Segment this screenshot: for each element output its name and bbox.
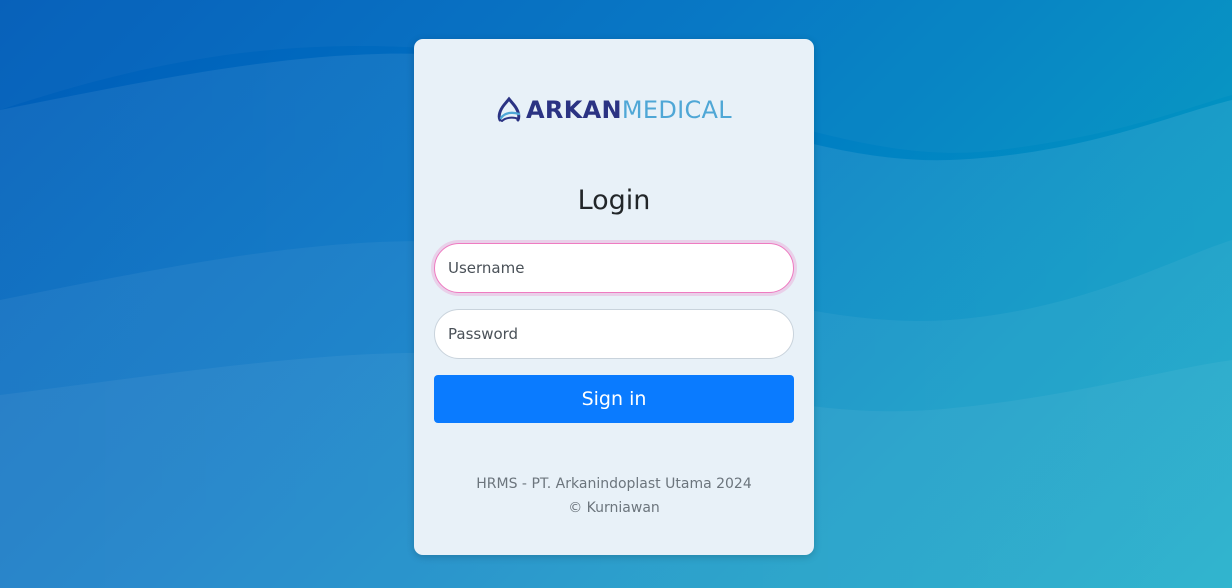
brand-name-secondary: MEDICAL bbox=[621, 96, 732, 124]
footer-author-line: © Kurniawan bbox=[568, 500, 660, 516]
password-input[interactable] bbox=[434, 309, 794, 359]
footer-copyright-line: HRMS - PT. Arkanindoplast Utama 2024 bbox=[476, 476, 752, 492]
brand-name-primary: ARKAN bbox=[526, 96, 622, 124]
footer: HRMS - PT. Arkanindoplast Utama 2024 © K… bbox=[414, 472, 814, 520]
brand-logo: ARKAN MEDICAL bbox=[414, 93, 814, 127]
login-page: ARKANMEDICAL Login Sign in HRMS - PT. Ar… bbox=[0, 0, 1232, 588]
arkan-medical-logo-icon bbox=[497, 96, 521, 122]
sign-in-button[interactable]: Sign in bbox=[434, 375, 794, 423]
page-title: Login bbox=[577, 185, 651, 216]
login-card: ARKANMEDICAL Login Sign in HRMS - PT. Ar… bbox=[414, 39, 814, 555]
username-input[interactable] bbox=[434, 243, 794, 293]
